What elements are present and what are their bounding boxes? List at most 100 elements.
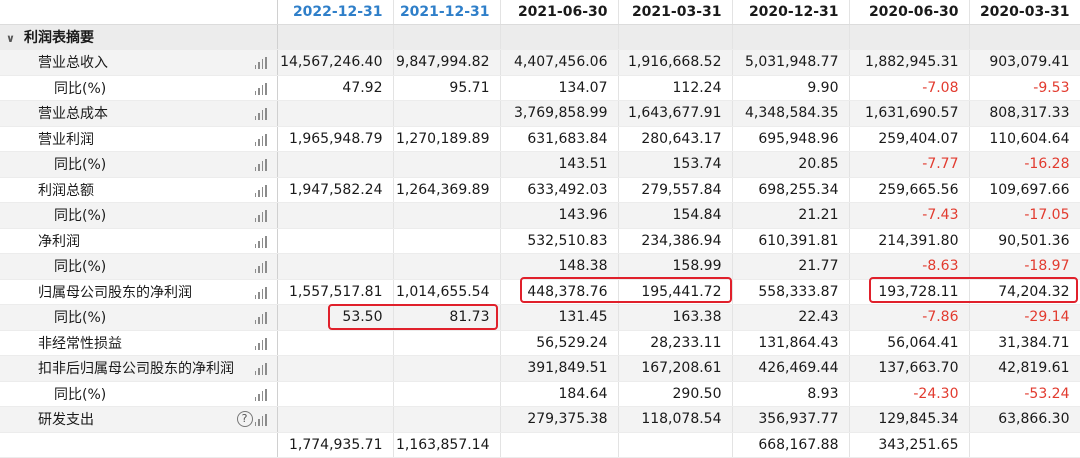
row-label-cell[interactable]: 非经常性损益 bbox=[0, 330, 278, 356]
bar-chart-icon[interactable] bbox=[254, 261, 267, 273]
row-label-cell[interactable]: 营业总成本 bbox=[0, 100, 278, 127]
row-label: 同比(%) bbox=[54, 310, 107, 327]
value-cell: -7.08 bbox=[849, 75, 970, 101]
value-cell bbox=[969, 432, 1080, 458]
value-cell: 259,404.07 bbox=[849, 126, 970, 152]
chevron-down-icon[interactable]: ∨ bbox=[6, 32, 20, 45]
section-row[interactable]: ∨ 利润表摘要 bbox=[0, 24, 1080, 50]
section-header[interactable]: ∨ 利润表摘要 bbox=[0, 24, 278, 50]
bar-chart-icon[interactable] bbox=[254, 159, 267, 171]
bar-chart-icon[interactable] bbox=[254, 57, 267, 69]
value-cell bbox=[393, 151, 501, 178]
bar-chart-icon[interactable] bbox=[254, 414, 267, 426]
column-header[interactable]: 2021-12-31 bbox=[393, 0, 501, 25]
row-label-cell[interactable]: 利润总额 bbox=[0, 177, 278, 203]
column-header[interactable]: 2020-03-31 bbox=[969, 0, 1080, 25]
table-row[interactable]: 利润总额 1,947,582.24 1,264,369.89 633,492.03 27… bbox=[0, 177, 1080, 203]
value-cell: 63,866.30 bbox=[969, 406, 1080, 433]
row-label-cell[interactable]: 同比(%) bbox=[0, 253, 278, 280]
section-label: 利润表摘要 bbox=[24, 29, 94, 46]
row-label-cell[interactable]: 同比(%) bbox=[0, 304, 278, 331]
row-label-cell[interactable]: 营业利润 bbox=[0, 126, 278, 152]
value-cell: -7.43 bbox=[849, 202, 970, 229]
value-cell: 903,079.41 bbox=[969, 49, 1080, 76]
table-row[interactable]: 研发支出? 279,375.38 118,078.54 356,937.77 129,8… bbox=[0, 406, 1080, 433]
value-cell: 356,937.77 bbox=[732, 406, 850, 433]
value-cell: 42,819.61 bbox=[969, 355, 1080, 382]
bar-chart-icon[interactable] bbox=[254, 363, 267, 375]
bar-chart-icon[interactable] bbox=[254, 337, 267, 350]
value-cell: 137,663.70 bbox=[849, 355, 970, 382]
row-label-cell[interactable]: 同比(%) bbox=[0, 202, 278, 229]
row-label-cell[interactable] bbox=[0, 432, 278, 458]
bar-chart-icon[interactable] bbox=[254, 82, 267, 95]
value-cell bbox=[393, 253, 501, 280]
value-cell: 53.50 bbox=[277, 304, 394, 331]
value-cell: 1,557,517.81 bbox=[277, 279, 394, 305]
value-cell: 1,947,582.24 bbox=[277, 177, 394, 203]
row-label-cell[interactable]: 同比(%) bbox=[0, 151, 278, 178]
table-row[interactable]: 营业总成本 3,769,858.99 1,643,677.91 4,348,584.3… bbox=[0, 100, 1080, 127]
value-cell: 134.07 bbox=[500, 75, 619, 101]
bar-chart-icon[interactable] bbox=[254, 312, 267, 324]
row-label: 同比(%) bbox=[54, 80, 107, 97]
column-header[interactable]: 2021-06-30 bbox=[500, 0, 619, 25]
value-cell: 448,378.76 bbox=[500, 279, 619, 305]
value-cell bbox=[393, 228, 501, 254]
value-cell: 1,270,189.89 bbox=[393, 126, 501, 152]
value-cell: 5,031,948.77 bbox=[732, 49, 850, 76]
value-cell: 158.99 bbox=[618, 253, 733, 280]
table-row[interactable]: 同比(%) 53.50 81.73 131.45 163.38 22.43 -7.86 -29… bbox=[0, 304, 1080, 331]
column-header[interactable]: 2020-12-31 bbox=[732, 0, 850, 25]
row-label-cell[interactable]: 研发支出? bbox=[0, 406, 278, 433]
row-label-cell[interactable]: 净利润 bbox=[0, 228, 278, 254]
value-cell: 163.38 bbox=[618, 304, 733, 331]
value-cell: 1,014,655.54 bbox=[393, 279, 501, 305]
row-label-cell[interactable]: 同比(%) bbox=[0, 75, 278, 101]
table-row[interactable]: 营业利润 1,965,948.79 1,270,189.89 631,683.84 28… bbox=[0, 126, 1080, 152]
row-label: 归属母公司股东的净利润 bbox=[38, 284, 192, 301]
column-header[interactable]: 2020-06-30 bbox=[849, 0, 970, 25]
row-label-cell[interactable]: 同比(%) bbox=[0, 381, 278, 407]
row-label: 非经常性损益 bbox=[38, 335, 122, 352]
value-cell: 131,864.43 bbox=[732, 330, 850, 356]
header-row: 2022-12-31 2021-12-31 2021-06-30 2021-03… bbox=[0, 0, 1080, 25]
value-cell bbox=[393, 355, 501, 382]
value-cell: 74,204.32 bbox=[969, 279, 1080, 305]
value-cell: 131.45 bbox=[500, 304, 619, 331]
row-label-cell[interactable]: 扣非后归属母公司股东的净利润 bbox=[0, 355, 278, 382]
bar-chart-icon[interactable] bbox=[254, 210, 267, 222]
value-cell bbox=[393, 381, 501, 407]
column-header[interactable]: 2021-03-31 bbox=[618, 0, 733, 25]
value-cell: 184.64 bbox=[500, 381, 619, 407]
value-cell: 3,769,858.99 bbox=[500, 100, 619, 127]
value-cell: 22.43 bbox=[732, 304, 850, 331]
table-row[interactable]: 营业总收入 14,567,246.40 9,847,994.82 4,407,456.… bbox=[0, 49, 1080, 76]
row-label-cell[interactable]: 归属母公司股东的净利润 bbox=[0, 279, 278, 305]
table-row[interactable]: 归属母公司股东的净利润 1,557,517.81 1,014,655.54 448,3… bbox=[0, 279, 1080, 305]
bar-chart-icon[interactable] bbox=[254, 184, 267, 197]
row-label-cell[interactable]: 营业总收入 bbox=[0, 49, 278, 76]
bar-chart-icon[interactable] bbox=[254, 286, 267, 299]
bar-chart-icon[interactable] bbox=[254, 235, 267, 248]
table-row[interactable]: 1,774,935.71 1,163,857.14 668,167.88 343,25… bbox=[0, 432, 1080, 458]
table-row[interactable]: 同比(%) 143.96 154.84 21.21 -7.43 -17.05 bbox=[0, 202, 1080, 229]
value-cell: 259,665.56 bbox=[849, 177, 970, 203]
value-cell bbox=[393, 330, 501, 356]
value-cell: 808,317.33 bbox=[969, 100, 1080, 127]
bar-chart-icon[interactable] bbox=[254, 388, 267, 401]
value-cell: 193,728.11 bbox=[849, 279, 970, 305]
table-row[interactable]: 同比(%) 184.64 290.50 8.93 -24.30 -53.24 bbox=[0, 381, 1080, 407]
help-icon[interactable]: ? bbox=[236, 411, 253, 427]
table-row[interactable]: 非经常性损益 56,529.24 28,233.11 131,864.43 56,064… bbox=[0, 330, 1080, 356]
table-row[interactable]: 扣非后归属母公司股东的净利润 391,849.51 167,208.61 426,46… bbox=[0, 355, 1080, 382]
bar-chart-icon[interactable] bbox=[254, 108, 267, 120]
value-cell: 1,643,677.91 bbox=[618, 100, 733, 127]
column-header[interactable]: 2022-12-31 bbox=[277, 0, 394, 25]
table-row[interactable]: 同比(%) 47.92 95.71 134.07 112.24 9.90 -7.08 -9.5… bbox=[0, 75, 1080, 101]
table-row[interactable]: 净利润 532,510.83 234,386.94 610,391.81 214,391… bbox=[0, 228, 1080, 254]
table-row[interactable]: 同比(%) 143.51 153.74 20.85 -7.77 -16.28 bbox=[0, 151, 1080, 178]
value-cell bbox=[277, 151, 394, 178]
table-row[interactable]: 同比(%) 148.38 158.99 21.77 -8.63 -18.97 bbox=[0, 253, 1080, 280]
bar-chart-icon[interactable] bbox=[254, 133, 267, 146]
